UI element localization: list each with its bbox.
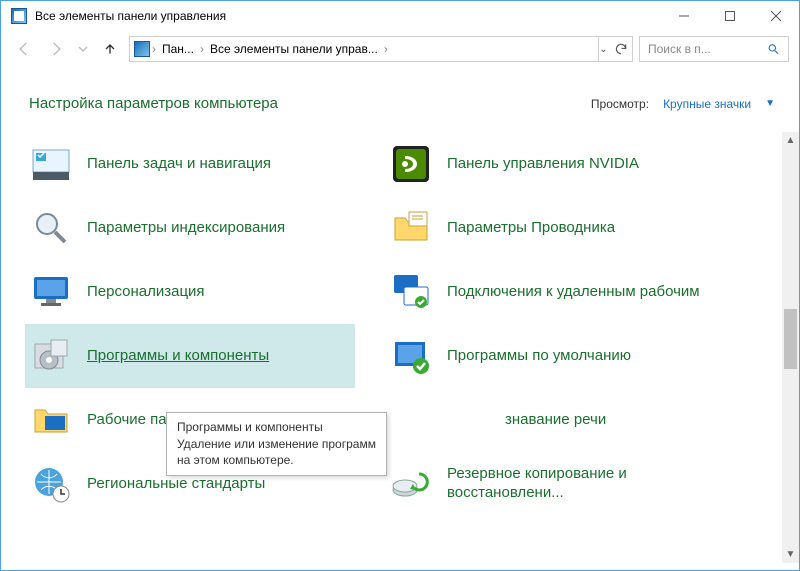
titlebar: Все элементы панели управления bbox=[1, 1, 799, 31]
items-grid: Панель задач и навигация Панель управлен… bbox=[25, 132, 783, 516]
item-label: Персонализация bbox=[87, 283, 205, 302]
window-title: Все элементы панели управления bbox=[35, 9, 661, 23]
item-label: Региональные стандарты bbox=[87, 475, 265, 494]
item-explorer-options[interactable]: Параметры Проводника bbox=[385, 196, 715, 260]
scroll-down-button[interactable]: ▼ bbox=[782, 546, 799, 563]
item-label: Рабочие па bbox=[87, 411, 167, 430]
view-control: Просмотр: Крупные значки ▼ bbox=[591, 97, 775, 111]
page-title: Настройка параметров компьютера bbox=[29, 95, 278, 112]
item-label: Параметры индексирования bbox=[87, 219, 285, 238]
item-label: знавание речи bbox=[505, 411, 606, 430]
up-button[interactable] bbox=[97, 36, 123, 62]
item-label: Панель управления NVIDIA bbox=[447, 155, 639, 174]
close-button[interactable] bbox=[753, 1, 799, 31]
back-button[interactable] bbox=[11, 36, 37, 62]
view-label: Просмотр: bbox=[591, 97, 649, 111]
folder-options-icon bbox=[391, 208, 431, 248]
scroll-thumb[interactable] bbox=[784, 309, 797, 369]
control-panel-small-icon bbox=[134, 41, 150, 57]
item-personalization[interactable]: Персонализация bbox=[25, 260, 355, 324]
vertical-scrollbar[interactable]: ▲ ▼ bbox=[782, 132, 799, 563]
control-panel-icon bbox=[11, 8, 27, 24]
default-programs-icon bbox=[391, 336, 431, 376]
forward-button[interactable] bbox=[43, 36, 69, 62]
globe-clock-icon bbox=[31, 464, 71, 504]
search-box[interactable] bbox=[639, 36, 789, 62]
item-nvidia-panel[interactable]: Панель управления NVIDIA bbox=[385, 132, 715, 196]
item-label: Программы и компоненты bbox=[87, 347, 269, 366]
scroll-up-button[interactable]: ▲ bbox=[782, 132, 799, 149]
item-label: Резервное копирование и восстановлени... bbox=[447, 465, 709, 503]
scroll-track[interactable] bbox=[782, 149, 799, 546]
chevron-right-icon[interactable]: › bbox=[200, 42, 204, 56]
chevron-down-icon[interactable]: ▼ bbox=[765, 98, 775, 109]
maximize-button[interactable] bbox=[707, 1, 753, 31]
chevron-down-icon: ⌄ bbox=[599, 44, 607, 55]
view-value[interactable]: Крупные значки bbox=[663, 97, 751, 111]
breadcrumb-item-0[interactable]: Пан... bbox=[158, 42, 198, 56]
work-folders-icon bbox=[31, 400, 71, 440]
search-icon bbox=[767, 42, 780, 56]
tooltip-title: Программы и компоненты bbox=[177, 419, 376, 435]
item-label: Программы по умолчанию bbox=[447, 347, 631, 366]
tooltip: Программы и компоненты Удаление или изме… bbox=[166, 412, 387, 476]
search-input[interactable] bbox=[648, 42, 767, 56]
backup-icon bbox=[391, 464, 431, 504]
chevron-right-icon[interactable]: › bbox=[152, 42, 156, 56]
navigation-bar: › Пан... › Все элементы панели управ... … bbox=[1, 31, 799, 67]
item-label: Параметры Проводника bbox=[447, 219, 615, 238]
magnifier-icon bbox=[31, 208, 71, 248]
monitor-icon bbox=[31, 272, 71, 312]
chevron-right-icon[interactable]: › bbox=[384, 42, 388, 56]
content-header: Настройка параметров компьютера Просмотр… bbox=[1, 67, 799, 132]
item-label: Подключения к удаленным рабочим bbox=[447, 283, 700, 302]
item-label: Панель задач и навигация bbox=[87, 155, 271, 174]
item-taskbar-navigation[interactable]: Панель задач и навигация bbox=[25, 132, 355, 196]
item-default-programs[interactable]: Программы по умолчанию bbox=[385, 324, 715, 388]
item-backup-restore[interactable]: Резервное копирование и восстановлени... bbox=[385, 452, 715, 516]
address-dropdown-refresh[interactable]: ⌄ bbox=[598, 37, 628, 61]
item-speech-recognition[interactable]: знавание речи bbox=[385, 388, 715, 452]
tooltip-line1: Удаление или изменение программ bbox=[177, 436, 376, 452]
item-indexing-options[interactable]: Параметры индексирования bbox=[25, 196, 355, 260]
item-programs-features[interactable]: Программы и компоненты bbox=[25, 324, 355, 388]
item-remote-desktop[interactable]: Подключения к удаленным рабочим bbox=[385, 260, 715, 324]
remote-desktop-icon bbox=[391, 272, 431, 312]
window-buttons bbox=[661, 1, 799, 31]
programs-icon bbox=[31, 336, 71, 376]
refresh-icon bbox=[614, 42, 628, 56]
breadcrumb-item-1[interactable]: Все элементы панели управ... bbox=[206, 42, 382, 56]
nvidia-icon bbox=[391, 144, 431, 184]
recent-dropdown[interactable] bbox=[75, 36, 91, 62]
minimize-button[interactable] bbox=[661, 1, 707, 31]
tooltip-line2: на этом компьютере. bbox=[177, 452, 376, 468]
taskbar-icon bbox=[31, 144, 71, 184]
address-bar[interactable]: › Пан... › Все элементы панели управ... … bbox=[129, 36, 633, 62]
items-content: Панель задач и навигация Панель управлен… bbox=[1, 132, 799, 563]
